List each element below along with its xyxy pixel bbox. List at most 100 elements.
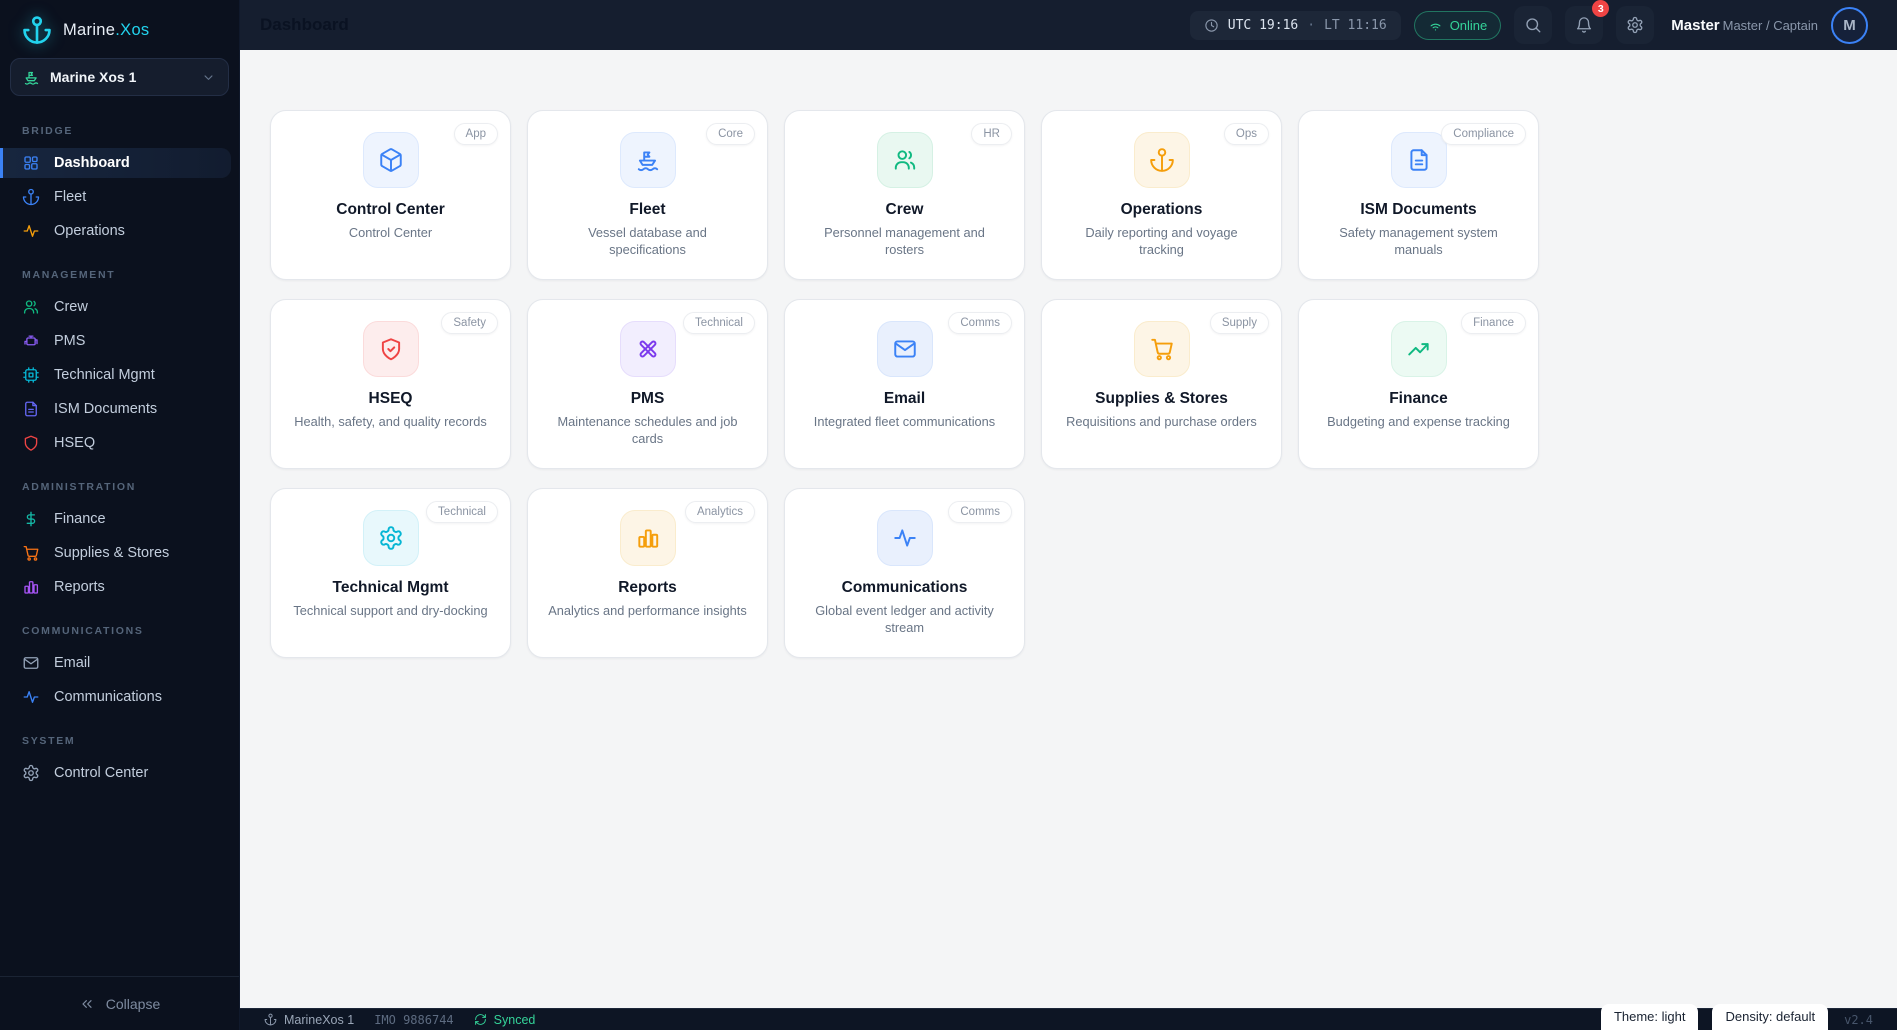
users-icon [876,132,933,188]
page-title: Dashboard [260,15,349,34]
trending-up-icon [1390,321,1447,377]
card-subtitle: Analytics and performance insights [548,603,747,618]
card-subtitle: Vessel database and specifications [588,225,707,257]
card-badge: Technical [426,501,498,523]
users-icon [23,300,39,314]
anchor-icon [1133,132,1190,188]
card-badge: HR [971,123,1012,145]
footer-vessel: MarineXos 1 [264,1013,354,1027]
card-pms[interactable]: Technical PMS Maintenance schedules and … [527,299,768,469]
sidebar: Marine.Xos Marine Xos 1 BRIDGE Dashboard… [0,0,240,1030]
card-finance[interactable]: Finance Finance Budgeting and expense tr… [1298,299,1539,469]
footer-vessel-name: MarineXos 1 [284,1012,355,1027]
sidebar-item-label: Supplies & Stores [54,545,170,561]
card-technical-mgmt[interactable]: Technical Technical Mgmt Technical suppo… [270,488,511,658]
section-label-communications: COMMUNICATIONS [22,625,144,637]
sidebar-item-crew[interactable]: Crew [0,292,231,322]
settings-button[interactable] [1616,6,1655,44]
sidebar-item-finance[interactable]: Finance [0,504,231,534]
card-badge: Comms [948,312,1012,334]
online-label: Online [1449,17,1488,33]
sidebar-item-fleet[interactable]: Fleet [0,182,231,212]
footer-right: Theme: light Density: default v2.4 [1600,1003,1883,1030]
online-status-badge: Online [1413,10,1502,40]
gear-icon [362,510,419,566]
activity-icon [876,510,933,566]
sidebar-item-operations[interactable]: Operations [0,216,231,246]
notifications-button[interactable]: 3 [1565,0,1610,44]
wifi-icon [1430,23,1441,30]
sidebar-item-control-center[interactable]: Control Center [0,758,231,788]
app-root: Marine.Xos Marine Xos 1 BRIDGE Dashboard… [0,0,1897,1030]
card-subtitle: Safety management system manuals [1339,225,1498,257]
dashboard-grid-icon [24,156,38,170]
gear-icon [1627,16,1643,34]
card-subtitle: Personnel management and rosters [824,225,985,257]
card-subtitle: Technical support and dry-docking [293,603,488,618]
brand: Marine.Xos [0,0,239,56]
search-button[interactable] [1514,6,1553,44]
sidebar-nav: BRIDGE Dashboard Fleet Operations MANAGE… [0,102,239,976]
card-email[interactable]: Comms Email Integrated fleet communicati… [784,299,1025,469]
card-title: ISM Documents [1360,201,1477,218]
card-badge: Finance [1461,312,1526,334]
card-operations[interactable]: Ops Operations Daily reporting and voyag… [1041,110,1282,280]
tools-icon [619,321,676,377]
sidebar-item-email[interactable]: Email [0,648,231,678]
sidebar-item-dashboard[interactable]: Dashboard [0,148,231,178]
card-title: PMS [630,390,665,407]
main-area: Dashboard UTC 19:16 · LT 11:16 Online 3 [240,0,1897,1030]
sidebar-item-communications[interactable]: Communications [0,682,231,712]
sidebar-item-label: Email [54,655,91,671]
card-control-center[interactable]: App Control Center Control Center [270,110,511,280]
sidebar-item-pms[interactable]: PMS [0,326,231,356]
density-toggle[interactable]: Density: default [1712,1003,1829,1030]
sidebar-item-supplies-stores[interactable]: Supplies & Stores [0,538,231,568]
card-badge: Ops [1223,123,1269,145]
card-communications[interactable]: Comms Communications Global event ledger… [784,488,1025,658]
theme-toggle[interactable]: Theme: light [1600,1003,1699,1030]
section-label-system: SYSTEM [22,735,76,747]
card-title: Control Center [336,201,445,218]
box-icon [362,132,419,188]
cpu-icon [23,367,39,383]
card-badge: Core [706,123,755,145]
card-title: Crew [885,201,924,218]
card-title: Email [883,390,926,407]
bar-chart-icon [24,581,39,594]
vessel-selector[interactable]: Marine Xos 1 [10,58,229,96]
sidebar-item-ism-documents[interactable]: ISM Documents [0,394,231,424]
card-crew[interactable]: HR Crew Personnel management and rosters [784,110,1025,280]
avatar[interactable]: M [1831,6,1868,44]
refresh-icon [474,1014,486,1025]
section-label-bridge: BRIDGE [22,125,74,137]
sidebar-item-hseq[interactable]: HSEQ [0,428,231,458]
shield-icon [24,435,38,451]
sidebar-item-technical-mgmt[interactable]: Technical Mgmt [0,360,231,390]
clock-icon [1205,18,1218,32]
app-card-grid: App Control Center Control Center Core F… [270,110,1897,658]
card-subtitle: Global event ledger and activity stream [815,603,994,635]
card-title: Reports [618,579,677,596]
local-time: LT 11:16 [1324,17,1387,33]
card-subtitle: Control Center [348,225,433,240]
mail-icon [23,657,39,669]
engine-icon [24,335,38,346]
cart-icon [23,545,39,561]
card-hseq[interactable]: Safety HSEQ Health, safety, and quality … [270,299,511,469]
card-reports[interactable]: Analytics Reports Analytics and performa… [527,488,768,658]
card-title: Fleet [629,201,666,218]
clock-widget: UTC 19:16 · LT 11:16 [1189,10,1401,40]
card-badge: Technical [683,312,755,334]
card-badge: Analytics [684,501,755,523]
gear-icon [23,764,39,782]
sidebar-item-reports[interactable]: Reports [0,572,231,602]
chevron-down-icon [204,74,213,80]
card-ism-documents[interactable]: Compliance ISM Documents Safety manageme… [1298,110,1539,280]
card-supplies-stores[interactable]: Supply Supplies & Stores Requisitions an… [1041,299,1282,469]
sidebar-item-label: Communications [54,689,162,705]
user-menu[interactable]: Master Master / Captain [1671,17,1818,34]
sync-status-label: Synced [493,1012,536,1027]
card-fleet[interactable]: Core Fleet Vessel database and specifica… [527,110,768,280]
collapse-button[interactable]: Collapse [0,976,239,1030]
